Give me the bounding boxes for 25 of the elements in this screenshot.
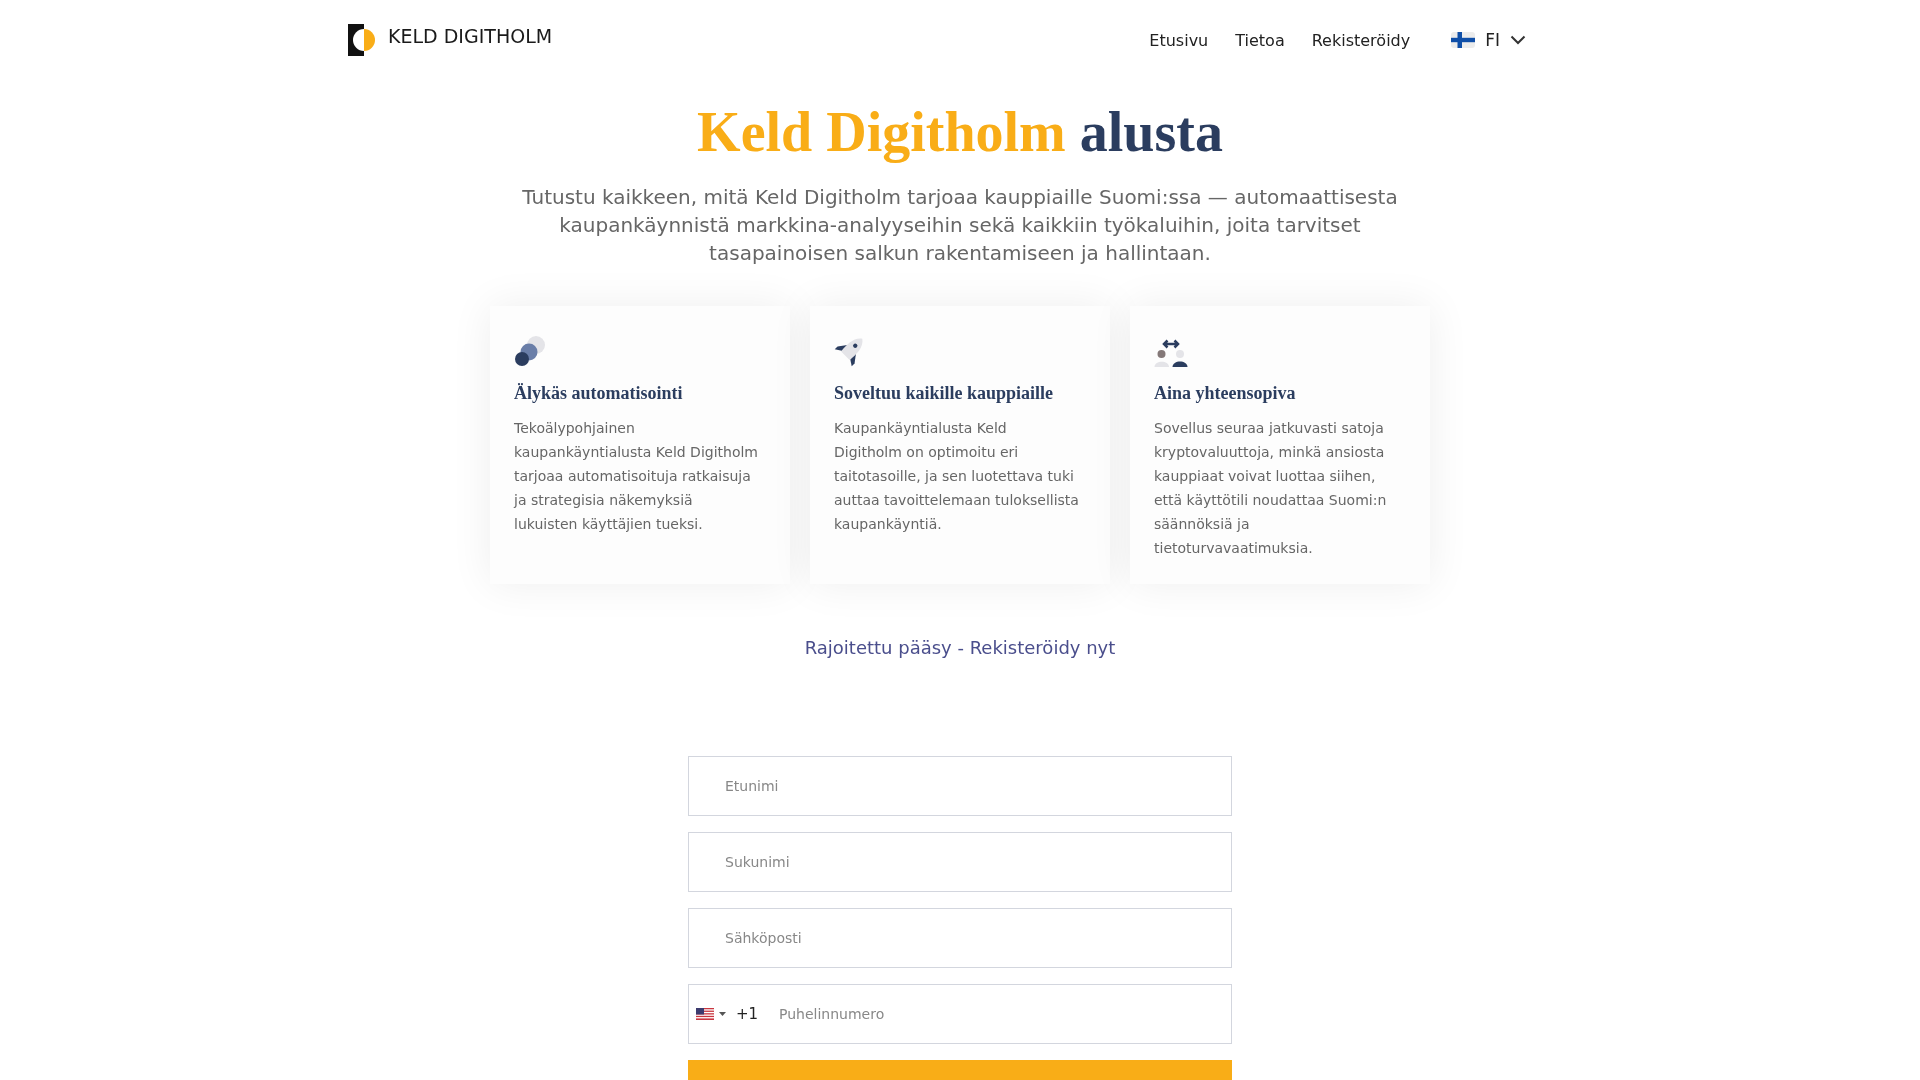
feature-text: Tekoälypohjainen kaupankäyntialusta Keld Digitholm tarjoaa automatisoituja ratkaisuja ja strategisia näkemyksiä lukuisten käyttäjien tueksi. (514, 419, 759, 534)
flag-icon (696, 1008, 714, 1020)
feature-title: Soveltuu kaikille kauppiaille (834, 382, 1055, 405)
logo-text: KELD DIGITHOLM (388, 25, 553, 47)
nav-link[interactable]: Rekisteröidy (1311, 30, 1411, 50)
nav-link[interactable]: Etusivu (1149, 30, 1209, 50)
hero-subtitle: Tutustu kaikkeen, mitä Keld Digitholm tarjoaa kauppiaille Suomi:ssa — automaattisesta kaupankäynnistä markkina-analyyseihin sekä kaikkiin työkaluihin, joita tarvitset tasapainoisen salkun rakentamiseen ja hallintaan. (521, 184, 1399, 267)
language-selector[interactable]: FI (1451, 30, 1526, 50)
register-link[interactable]: Rajoitettu pääsy - Rekisteröidy nyt (804, 637, 1116, 658)
feature-title: Älykäs automatisointi (514, 382, 684, 405)
flag-icon (1451, 32, 1476, 48)
nav-link[interactable]: Tietoa (1235, 30, 1285, 50)
caret-icon (719, 1012, 726, 1016)
logo-icon (348, 24, 376, 56)
input-field[interactable]: Sukunimi (688, 832, 1232, 892)
chevron-down-icon (1510, 35, 1526, 45)
input-field[interactable]: Sähköposti (688, 908, 1232, 968)
people-arrows-icon (1154, 339, 1188, 367)
input-field[interactable]: Etunimi (688, 756, 1232, 816)
hero-title: Keld Digitholm alusta (697, 100, 1223, 165)
feature-title: Aina yhteensopiva (1154, 382, 1297, 405)
country-code-button[interactable]: +1 (696, 1005, 759, 1023)
feature-text: Kaupankäyntialusta Keld Digitholm on optimoitu eri taitotasoille, ja sen luotettava tuki auttaa tavoittelemaan tuloksellista kaupankäyntiä. (834, 419, 1079, 534)
feature-text: Sovellus seuraa jatkuvasti satoja kryptovaluuttoja, minkä ansiosta kauppiaat voivat luottaa siihen, että käyttötili noudattaa Suomi:n säännöksiä ja tietoturvavaatimuksia. (1154, 419, 1388, 558)
circles-icon (514, 335, 546, 367)
